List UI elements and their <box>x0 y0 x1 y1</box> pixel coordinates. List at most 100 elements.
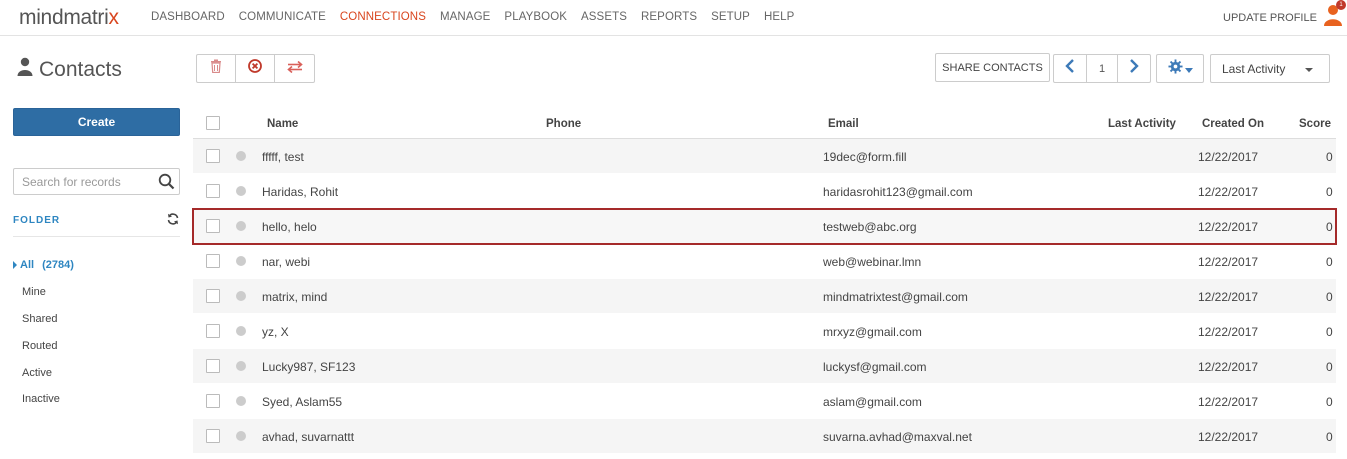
row-checkbox[interactable] <box>206 324 220 338</box>
contact-created-on: 12/22/2017 <box>1198 150 1259 164</box>
column-header-name[interactable]: Name <box>267 118 298 130</box>
status-dot <box>236 186 246 196</box>
folder-count: (2784) <box>42 259 74 272</box>
contact-created-on: 12/22/2017 <box>1198 290 1259 304</box>
contact-score: 0 <box>1326 255 1333 269</box>
contact-email: web@webinar.lmn <box>823 255 922 269</box>
column-header-last-activity[interactable]: Last Activity <box>1108 118 1176 130</box>
table-row[interactable]: yz, X mrxyz@gmail.com 12/22/2017 0 <box>193 314 1336 349</box>
contact-email: haridasrohit123@gmail.com <box>823 185 973 199</box>
folder-list: All (2784) Mine Shared Routed Active Ina… <box>13 252 183 413</box>
contact-score: 0 <box>1326 185 1333 199</box>
prev-page-button[interactable] <box>1054 55 1086 82</box>
transfer-button[interactable] <box>275 55 314 82</box>
table-row[interactable]: nar, webi web@webinar.lmn 12/22/2017 0 <box>193 244 1336 279</box>
contact-name[interactable]: hello, helo <box>262 220 317 234</box>
nav-playbook[interactable]: PLAYBOOK <box>504 11 567 23</box>
caret-right-icon <box>13 261 17 270</box>
refresh-icon[interactable] <box>167 212 179 230</box>
column-header-phone[interactable]: Phone <box>546 118 581 130</box>
status-dot <box>236 221 246 231</box>
sort-select-value: Last Activity <box>1222 61 1286 76</box>
create-button[interactable]: Create <box>13 108 180 136</box>
status-dot <box>236 396 246 406</box>
table-row[interactable]: Syed, Aslam55 aslam@gmail.com 12/22/2017… <box>193 384 1336 419</box>
next-page-button[interactable] <box>1118 55 1150 82</box>
contact-name[interactable]: yz, X <box>262 325 289 339</box>
contact-score: 0 <box>1326 290 1333 304</box>
table-row[interactable]: Haridas, Rohit haridasrohit123@gmail.com… <box>193 174 1336 209</box>
folder-item-all[interactable]: All (2784) <box>13 252 183 279</box>
contact-name[interactable]: avhad, suvarnattt <box>262 430 354 444</box>
folder-item-active[interactable]: Active <box>13 359 183 386</box>
contact-created-on: 12/22/2017 <box>1198 220 1259 234</box>
table-header: Name Phone Email Last Activity Created O… <box>193 108 1336 139</box>
nav-dashboard[interactable]: DASHBOARD <box>151 11 225 23</box>
nav-communicate[interactable]: COMMUNICATE <box>239 11 326 23</box>
folder-item-mine[interactable]: Mine <box>13 279 183 306</box>
table-row[interactable]: fffff, test 19dec@form.fill 12/22/2017 0 <box>193 139 1336 174</box>
contact-email: mrxyz@gmail.com <box>823 325 922 339</box>
contacts-table: Name Phone Email Last Activity Created O… <box>192 108 1337 454</box>
search-input[interactable] <box>14 169 154 194</box>
column-header-score[interactable]: Score <box>1299 118 1331 130</box>
folder-divider <box>13 236 180 237</box>
table-row[interactable]: avhad, suvarnattt suvarna.avhad@maxval.n… <box>193 419 1336 454</box>
contact-score: 0 <box>1326 325 1333 339</box>
status-dot <box>236 151 246 161</box>
contact-email: luckysf@gmail.com <box>823 360 927 374</box>
pagination: 1 <box>1053 54 1151 83</box>
sort-select[interactable]: Last Activity <box>1210 54 1330 83</box>
nav-help[interactable]: HELP <box>764 11 794 23</box>
row-checkbox[interactable] <box>206 394 220 408</box>
contact-email: testweb@abc.org <box>823 220 917 234</box>
update-profile-link[interactable]: UPDATE PROFILE <box>1223 12 1317 24</box>
contact-name[interactable]: Haridas, Rohit <box>262 185 338 199</box>
row-checkbox[interactable] <box>206 359 220 373</box>
row-checkbox[interactable] <box>206 149 220 163</box>
contact-email: 19dec@form.fill <box>823 150 907 164</box>
folder-item-routed[interactable]: Routed <box>13 332 183 359</box>
row-checkbox[interactable] <box>206 219 220 233</box>
bulk-action-group <box>196 54 315 83</box>
mindmatrix-logo[interactable]: mindmatrix <box>19 6 119 30</box>
contact-created-on: 12/22/2017 <box>1198 395 1259 409</box>
contact-name[interactable]: fffff, test <box>262 150 304 164</box>
unsubscribe-button[interactable] <box>236 55 275 82</box>
notification-badge[interactable]: 1 <box>1336 0 1346 10</box>
contact-name[interactable]: matrix, mind <box>262 290 327 304</box>
top-navigation-bar: mindmatrix DASHBOARD COMMUNICATE CONNECT… <box>0 0 1347 36</box>
nav-connections[interactable]: CONNECTIONS <box>340 11 426 23</box>
row-checkbox[interactable] <box>206 429 220 443</box>
folder-item-shared[interactable]: Shared <box>13 306 183 333</box>
column-header-email[interactable]: Email <box>828 118 859 130</box>
contact-created-on: 12/22/2017 <box>1198 185 1259 199</box>
page-number[interactable]: 1 <box>1086 55 1118 82</box>
nav-assets[interactable]: ASSETS <box>581 11 627 23</box>
table-row[interactable]: matrix, mind mindmatrixtest@gmail.com 12… <box>193 279 1336 314</box>
column-header-created-on[interactable]: Created On <box>1202 118 1264 130</box>
folder-item-inactive[interactable]: Inactive <box>13 386 183 413</box>
contact-score: 0 <box>1326 395 1333 409</box>
select-all-checkbox[interactable] <box>206 116 220 130</box>
table-row[interactable]: hello, helo testweb@abc.org 12/22/2017 0 <box>192 208 1337 245</box>
nav-manage[interactable]: MANAGE <box>440 11 490 23</box>
row-checkbox[interactable] <box>206 254 220 268</box>
caret-down-icon <box>1184 60 1193 78</box>
search-icon[interactable] <box>158 173 175 195</box>
nav-setup[interactable]: SETUP <box>711 11 750 23</box>
row-checkbox[interactable] <box>206 289 220 303</box>
row-checkbox[interactable] <box>206 184 220 198</box>
status-dot <box>236 291 246 301</box>
contact-name[interactable]: Lucky987, SF123 <box>262 360 355 374</box>
contact-name[interactable]: Syed, Aslam55 <box>262 395 342 409</box>
table-row[interactable]: Lucky987, SF123 luckysf@gmail.com 12/22/… <box>193 349 1336 384</box>
delete-button[interactable] <box>197 55 236 82</box>
settings-dropdown-button[interactable] <box>1156 54 1204 83</box>
contact-name[interactable]: nar, webi <box>262 255 310 269</box>
share-contacts-button[interactable]: SHARE CONTACTS <box>935 53 1050 82</box>
status-dot <box>236 326 246 336</box>
folder-heading: FOLDER <box>13 215 61 226</box>
logo-accent-text: x <box>108 6 119 29</box>
nav-reports[interactable]: REPORTS <box>641 11 697 23</box>
